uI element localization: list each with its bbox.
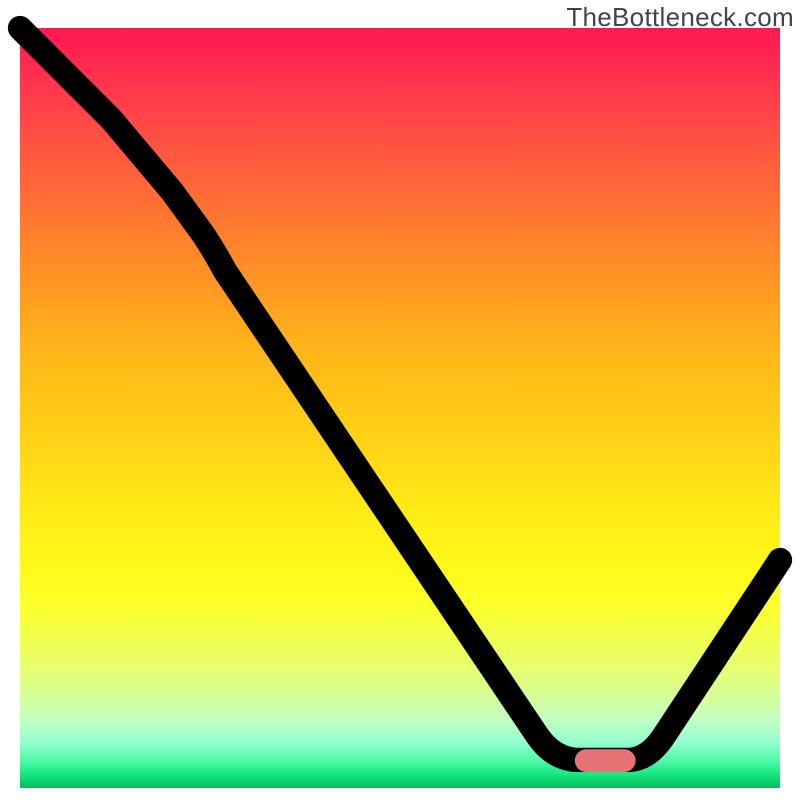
chart-svg xyxy=(20,28,780,788)
plot-area xyxy=(20,28,780,788)
optimal-marker xyxy=(575,749,636,772)
chart-canvas: TheBottleneck.com xyxy=(0,0,800,800)
bottleneck-curve xyxy=(20,28,780,760)
